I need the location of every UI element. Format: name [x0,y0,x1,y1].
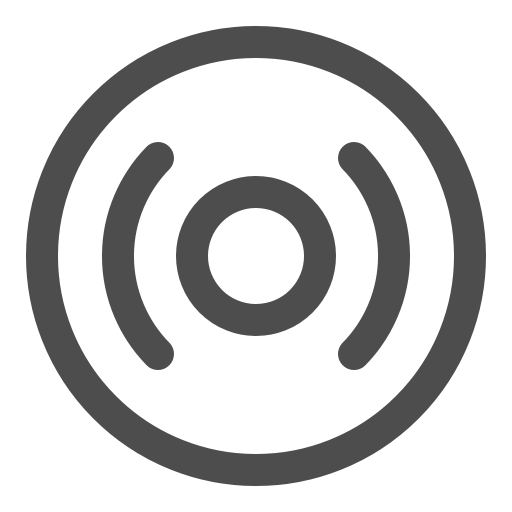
right-wave-arc [338,142,410,370]
broadcast-disc-icon [26,26,486,486]
icon-strokes [26,26,486,486]
inner-ring [176,176,336,336]
icon-canvas [0,0,512,512]
left-wave-arc [102,142,174,370]
